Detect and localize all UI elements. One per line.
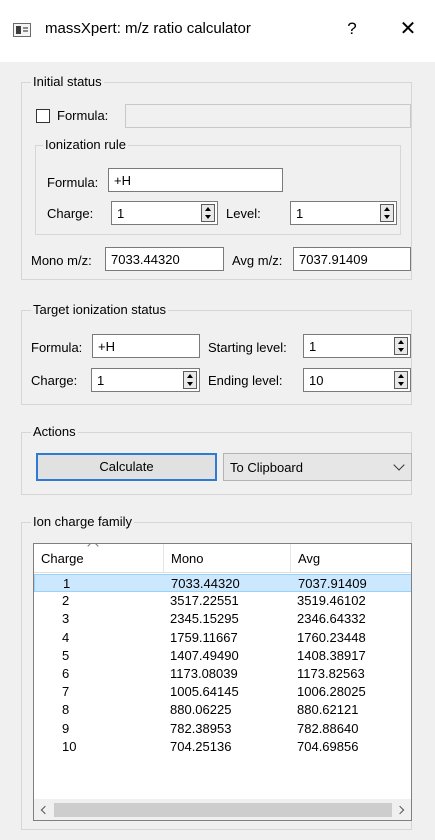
cell-avg: 704.69856 — [297, 738, 359, 754]
mono-mz-input[interactable] — [105, 247, 224, 271]
cell-avg: 1173.82563 — [297, 666, 365, 681]
ending-level-label: Ending level: — [208, 373, 283, 388]
ionization-level-spinbox[interactable] — [290, 201, 397, 225]
table-row[interactable]: 9 782.38953 782.88640 — [34, 720, 411, 738]
cell-charge: 6 — [62, 666, 70, 681]
target-charge-spinbox[interactable] — [91, 368, 200, 392]
cell-avg: 7037.91409 — [298, 576, 367, 591]
ionization-level-label: Level: — [226, 206, 261, 221]
spin-arrows-icon[interactable] — [394, 371, 408, 389]
ion-family-table[interactable]: Charge Mono Avg 1 7033.44320 7037.91409 2 35… — [33, 543, 412, 821]
table-header: Charge Mono Avg — [34, 544, 411, 573]
cell-charge: 1 — [63, 576, 71, 591]
spin-arrows-icon[interactable] — [201, 204, 215, 222]
cell-charge: 4 — [62, 629, 70, 645]
cell-avg: 782.88640 — [297, 720, 359, 736]
cell-mono: 704.25136 — [170, 738, 232, 754]
table-row[interactable]: 4 1759.11667 1760.23448 — [34, 629, 411, 647]
cell-mono: 880.06225 — [170, 702, 232, 718]
ionization-rule-title: Ionization rule — [43, 137, 128, 152]
scrollbar-thumb[interactable] — [54, 803, 392, 817]
cell-charge: 2 — [62, 593, 70, 609]
ionization-formula-label: Formula: — [47, 175, 99, 190]
cell-avg: 1408.38917 — [297, 647, 366, 663]
starting-level-label: Starting level: — [208, 340, 287, 355]
cell-charge: 7 — [62, 684, 70, 700]
column-header-avg-label: Avg — [298, 551, 321, 566]
ionization-charge-spinbox[interactable] — [111, 201, 218, 225]
cell-mono: 1759.11667 — [170, 629, 238, 645]
ionization-level-value[interactable] — [291, 202, 384, 224]
cell-mono: 3517.22551 — [170, 593, 239, 609]
table-row[interactable]: 7 1005.64145 1006.28025 — [34, 683, 411, 701]
cell-mono: 782.38953 — [170, 720, 232, 736]
table-row[interactable]: 1 7033.44320 7037.91409 — [34, 574, 411, 592]
chevron-down-icon — [393, 459, 405, 471]
actions-title: Actions — [31, 424, 78, 439]
table-row[interactable]: 6 1173.08039 1173.82563 — [34, 665, 411, 683]
table-row[interactable]: 10 704.25136 704.69856 — [34, 738, 411, 756]
cell-charge: 10 — [62, 738, 77, 754]
column-header-avg[interactable]: Avg — [291, 544, 411, 572]
avg-mz-input[interactable] — [293, 247, 411, 271]
output-target-value: To Clipboard — [230, 460, 303, 475]
app-window-icon — [13, 23, 31, 37]
cell-mono: 1407.49490 — [170, 647, 239, 663]
output-target-select[interactable]: To Clipboard — [223, 453, 412, 481]
spin-arrows-icon[interactable] — [380, 204, 394, 222]
cell-avg: 1760.23448 — [297, 629, 366, 645]
initial-status-title: Initial status — [31, 74, 104, 89]
formula-checkbox[interactable] — [36, 109, 50, 123]
ionization-charge-label: Charge: — [47, 206, 94, 221]
window-title: massXpert: m/z ratio calculator — [45, 20, 251, 37]
target-charge-value[interactable] — [92, 369, 187, 391]
starting-level-value[interactable] — [304, 335, 398, 357]
ion-family-title: Ion charge family — [31, 514, 134, 529]
cell-charge: 5 — [62, 647, 70, 663]
column-header-mono-label: Mono — [171, 551, 204, 566]
cell-charge: 8 — [62, 702, 70, 718]
cell-avg: 3519.46102 — [297, 593, 366, 609]
cell-avg: 2346.64332 — [297, 611, 366, 627]
avg-mz-label: Avg m/z: — [232, 253, 283, 268]
horizontal-scrollbar[interactable] — [34, 799, 411, 820]
close-button[interactable]: ✕ — [393, 14, 423, 44]
spin-arrows-icon[interactable] — [183, 371, 197, 389]
initial-formula-input[interactable] — [125, 104, 411, 128]
ending-level-spinbox[interactable] — [303, 368, 411, 392]
table-row[interactable]: 2 3517.22551 3519.46102 — [34, 592, 411, 610]
column-header-charge-label: Charge — [41, 551, 84, 566]
spin-arrows-icon[interactable] — [394, 337, 408, 355]
cell-charge: 9 — [62, 720, 70, 736]
table-row[interactable]: 8 880.06225 880.62121 — [34, 701, 411, 719]
target-status-title: Target ionization status — [31, 302, 168, 317]
cell-mono: 2345.15295 — [170, 611, 239, 627]
calculate-button[interactable]: Calculate — [36, 453, 217, 481]
scroll-right-icon[interactable] — [395, 805, 405, 815]
cell-mono: 1173.08039 — [170, 666, 238, 681]
ending-level-value[interactable] — [304, 369, 398, 391]
column-header-charge[interactable]: Charge — [34, 544, 164, 572]
cell-mono: 1005.64145 — [170, 684, 239, 700]
cell-avg: 880.62121 — [297, 702, 359, 718]
table-row[interactable]: 5 1407.49490 1408.38917 — [34, 647, 411, 665]
table-row[interactable]: 3 2345.15295 2346.64332 — [34, 610, 411, 628]
sort-ascending-icon — [87, 544, 99, 552]
mono-mz-label: Mono m/z: — [31, 253, 92, 268]
cell-charge: 3 — [62, 611, 70, 627]
initial-formula-label: Formula: — [57, 108, 109, 123]
cell-avg: 1006.28025 — [297, 684, 366, 700]
ionization-charge-value[interactable] — [112, 202, 205, 224]
starting-level-spinbox[interactable] — [303, 334, 411, 358]
target-charge-label: Charge: — [31, 373, 78, 388]
cell-mono: 7033.44320 — [171, 576, 240, 591]
ionization-formula-input[interactable] — [108, 168, 283, 192]
help-button[interactable]: ? — [337, 14, 367, 44]
title-bar: massXpert: m/z ratio calculator ? ✕ — [0, 0, 435, 62]
scroll-left-icon[interactable] — [40, 805, 50, 815]
column-header-mono[interactable]: Mono — [164, 544, 291, 572]
target-formula-input[interactable] — [92, 334, 200, 358]
target-formula-label: Formula: — [31, 340, 83, 355]
